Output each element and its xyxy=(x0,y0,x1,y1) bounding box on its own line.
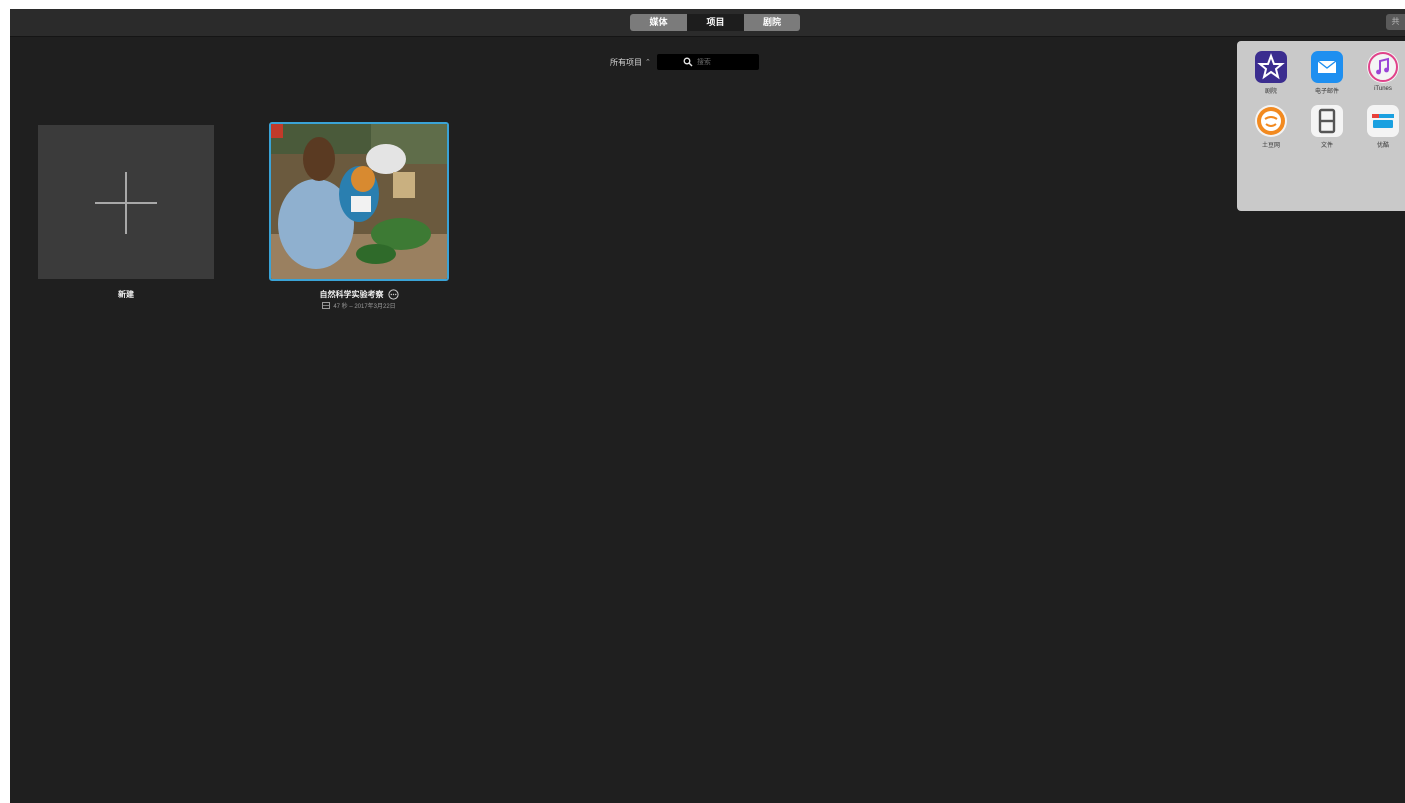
share-youku-label: 优酷 xyxy=(1376,143,1389,149)
tab-projects[interactable]: 项目 xyxy=(687,14,744,31)
toolbar: 媒体 项目 剧院 共 xyxy=(10,9,1405,37)
chevron-updown-icon[interactable]: ⌃ xyxy=(645,58,651,66)
youku-icon xyxy=(1367,105,1399,137)
movie-icon xyxy=(322,302,331,309)
share-itunes[interactable]: iTunes xyxy=(1359,51,1405,92)
tab-theater[interactable]: 剧院 xyxy=(744,14,800,31)
project-title-row: 自然科学实验考察 xyxy=(269,289,449,300)
search-input[interactable]: 搜索 xyxy=(656,54,759,70)
plus-icon xyxy=(95,172,157,234)
project-meta: 47 秒 – 2017年3月22日 xyxy=(269,301,449,310)
project-thumbnail[interactable] xyxy=(269,122,449,281)
share-itunes-label: iTunes xyxy=(1374,86,1392,92)
search-icon xyxy=(683,57,693,67)
share-youku[interactable]: 优酷 xyxy=(1359,105,1405,149)
project-title[interactable]: 自然科学实验考察 xyxy=(320,289,384,300)
project-duration-date: 47 秒 – 2017年3月22日 xyxy=(333,304,396,310)
filter-bar: 所有项目 ⌃ 搜索 xyxy=(610,53,759,71)
share-tudou[interactable]: 土豆网 xyxy=(1247,105,1295,149)
star-icon xyxy=(1255,51,1287,83)
share-theater[interactable]: 剧院 xyxy=(1247,51,1295,95)
mail-icon xyxy=(1311,51,1343,83)
project-thumbnail-image xyxy=(271,124,447,279)
view-switcher: 媒体 项目 剧院 xyxy=(630,14,800,31)
music-note-icon xyxy=(1367,51,1399,83)
share-file-label: 文件 xyxy=(1320,143,1333,149)
imovie-window: 媒体 项目 剧院 共 所有项目 ⌃ 搜索 新建 自然科学实验考察 47 秒 – … xyxy=(10,9,1405,803)
toolbar-right-button[interactable]: 共 xyxy=(1386,14,1405,30)
more-options-icon[interactable] xyxy=(387,289,399,300)
share-email[interactable]: 电子邮件 xyxy=(1303,51,1351,95)
share-email-label: 电子邮件 xyxy=(1314,89,1339,95)
search-placeholder: 搜索 xyxy=(696,59,711,66)
tudou-icon xyxy=(1255,105,1287,137)
share-tudou-label: 土豆网 xyxy=(1261,143,1280,149)
new-project-button[interactable] xyxy=(38,125,214,279)
share-sheet: 剧院 电子邮件 iTunes 土豆网 文件 优酷 xyxy=(1237,41,1405,211)
tab-media[interactable]: 媒体 xyxy=(630,14,687,31)
new-project-label: 新建 xyxy=(118,290,134,299)
share-file[interactable]: 文件 xyxy=(1303,105,1351,149)
project-filter-dropdown[interactable]: 所有项目 xyxy=(610,57,642,68)
film-icon xyxy=(1311,105,1343,137)
share-theater-label: 剧院 xyxy=(1264,89,1277,95)
